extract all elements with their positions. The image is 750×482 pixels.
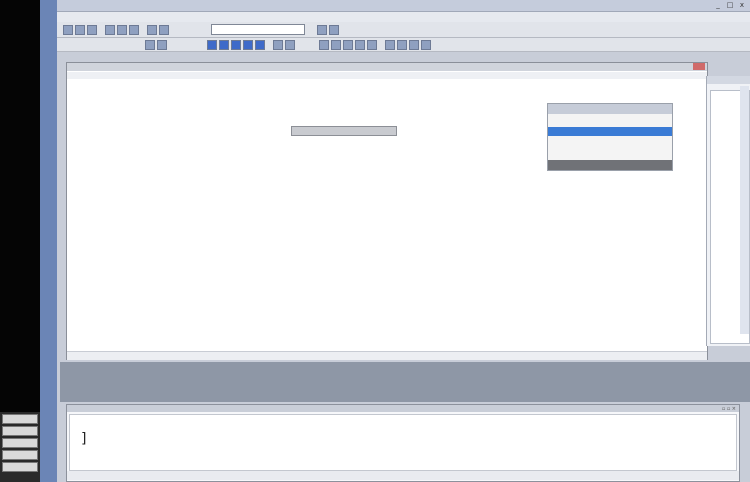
output-title-bar: ▫ ▫ × — [67, 405, 739, 412]
left-panel-item[interactable] — [2, 426, 38, 436]
tool-icon[interactable] — [145, 40, 155, 50]
editor-horizontal-scrollbar[interactable] — [67, 351, 707, 360]
autocomplete-item[interactable] — [548, 117, 672, 125]
code-editor-window — [66, 62, 708, 360]
bookmark-icon[interactable] — [219, 40, 229, 50]
output-window-buttons[interactable]: ▫ ▫ × — [722, 406, 736, 413]
autocomplete-item-selected[interactable] — [548, 127, 672, 136]
editor-close-button[interactable] — [693, 63, 705, 70]
cut-icon[interactable] — [105, 25, 115, 35]
run-icon[interactable] — [329, 25, 339, 35]
tool-icon[interactable] — [343, 40, 353, 50]
bookmark-icon[interactable] — [207, 40, 217, 50]
build-icon[interactable] — [317, 25, 327, 35]
left-panel-list — [0, 412, 40, 482]
autocomplete-item[interactable] — [548, 137, 672, 145]
menu-bar — [57, 12, 750, 22]
toolbar-primary — [57, 22, 750, 38]
title-bar: _ □ x — [57, 0, 750, 12]
tool-icon[interactable] — [319, 40, 329, 50]
output-horizontal-scrollbar[interactable] — [67, 471, 739, 480]
hint-tooltip — [291, 126, 397, 136]
redo-icon[interactable] — [159, 25, 169, 35]
editor-title-bar — [67, 63, 707, 71]
new-file-icon[interactable] — [63, 25, 73, 35]
maximize-button[interactable]: □ — [725, 1, 735, 9]
tool-icon[interactable] — [397, 40, 407, 50]
bookmark-icon[interactable] — [255, 40, 265, 50]
tool-icon[interactable] — [157, 40, 167, 50]
left-panel-item[interactable] — [2, 414, 38, 424]
left-panel-item[interactable] — [2, 462, 38, 472]
output-window: ▫ ▫ × ] — [66, 404, 740, 482]
close-button[interactable]: x — [737, 1, 747, 9]
minimize-button[interactable]: _ — [713, 1, 723, 9]
output-text-area[interactable]: ] — [69, 414, 737, 471]
output-text: ] — [80, 431, 89, 447]
tool-icon[interactable] — [355, 40, 365, 50]
tool-icon[interactable] — [385, 40, 395, 50]
left-panel-item[interactable] — [2, 438, 38, 448]
left-panel-item[interactable] — [2, 450, 38, 460]
undo-icon[interactable] — [147, 25, 157, 35]
autocomplete-popup[interactable] — [547, 103, 673, 171]
tool-icon[interactable] — [285, 40, 295, 50]
splitter-area — [60, 362, 750, 402]
right-panel-header — [707, 76, 750, 84]
editor-tab-strip — [67, 72, 707, 79]
autocomplete-header — [548, 104, 672, 114]
copy-icon[interactable] — [117, 25, 127, 35]
toolbar-secondary — [57, 38, 750, 52]
tool-icon[interactable] — [409, 40, 419, 50]
config-combo[interactable] — [211, 24, 305, 35]
save-icon[interactable] — [87, 25, 97, 35]
tool-icon[interactable] — [273, 40, 283, 50]
bookmark-icon[interactable] — [243, 40, 253, 50]
paste-icon[interactable] — [129, 25, 139, 35]
bookmark-icon[interactable] — [231, 40, 241, 50]
open-file-icon[interactable] — [75, 25, 85, 35]
tool-icon[interactable] — [331, 40, 341, 50]
right-panel-scrollbar[interactable] — [740, 86, 749, 334]
tool-icon[interactable] — [367, 40, 377, 50]
autocomplete-footer — [548, 160, 672, 170]
tool-icon[interactable] — [421, 40, 431, 50]
left-panel — [0, 0, 40, 482]
